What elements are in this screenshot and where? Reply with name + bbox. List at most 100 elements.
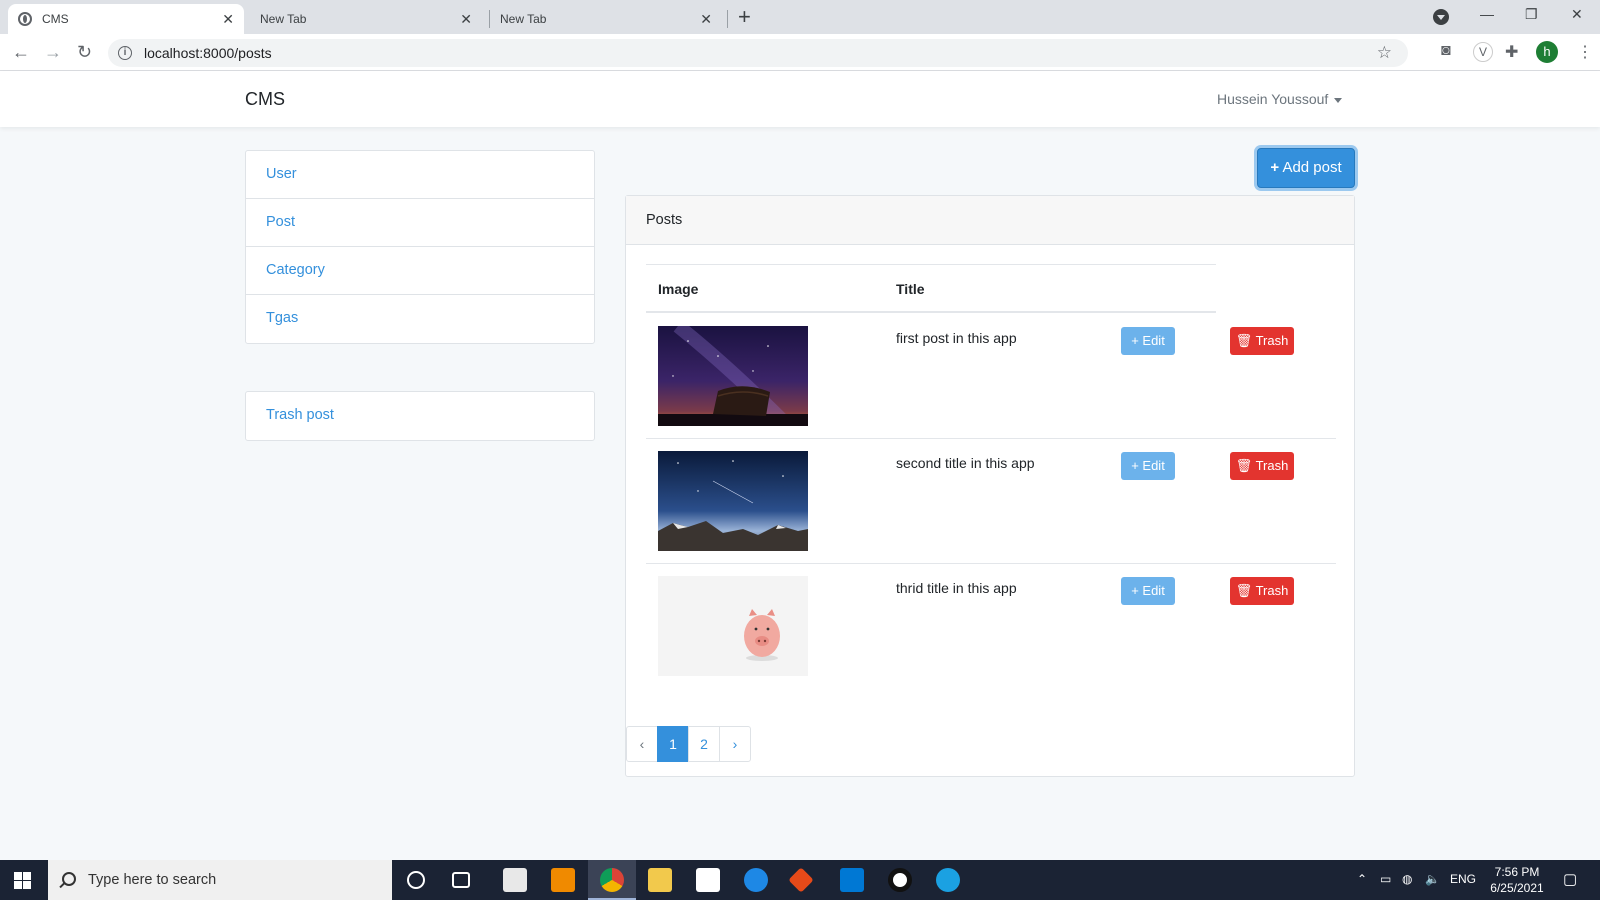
new-tab-button[interactable]: + [738, 5, 751, 29]
git-icon[interactable] [788, 867, 814, 893]
clock-date: 6/25/2021 [1490, 881, 1544, 895]
post-title: first post in this app [896, 330, 1017, 346]
post-image-mountains [658, 451, 808, 551]
mail-icon[interactable] [696, 868, 720, 892]
tab-close-icon[interactable]: ✕ [700, 11, 712, 28]
app-icon[interactable] [936, 868, 960, 892]
edit-button[interactable]: + Edit [1121, 327, 1175, 355]
pagination-next[interactable]: › [719, 726, 751, 762]
edit-label: Edit [1142, 583, 1165, 598]
edit-button[interactable]: + Edit [1121, 577, 1175, 605]
trash-icon: 🗑 [1235, 583, 1253, 598]
window-close-button[interactable]: ✕ [1571, 6, 1583, 23]
site-info-icon[interactable]: i [118, 46, 132, 60]
trash-button[interactable]: 🗑 Trash [1230, 327, 1294, 355]
search-placeholder: Type here to search [88, 872, 217, 888]
browser-tab-cms[interactable]: CMS ✕ [8, 4, 244, 34]
minimize-button[interactable]: — [1480, 6, 1494, 22]
tab-title: New Tab [260, 12, 307, 26]
caret-down-icon [1334, 97, 1343, 103]
browser-tab-new-1[interactable]: New Tab ✕ [250, 4, 482, 34]
windows-taskbar: Type here to search ⌃ ▭ ◍ 🔈 ENG 7:56 PM … [0, 860, 1600, 900]
language-indicator[interactable]: ENG [1450, 872, 1476, 886]
table-row: second title in this app + Edit 🗑 Trash [646, 439, 1336, 564]
trash-icon: 🗑 [1235, 333, 1253, 348]
taskbar-clock[interactable]: 7:56 PM 6/25/2021 [1484, 864, 1550, 896]
plus-icon: + [1270, 159, 1280, 176]
volume-icon[interactable]: 🔈 [1425, 872, 1440, 886]
add-post-button[interactable]: + Add post [1257, 148, 1355, 188]
trash-button[interactable]: 🗑 Trash [1230, 577, 1294, 605]
user-dropdown[interactable]: Hussein Youssouf [1217, 91, 1343, 107]
pagination-page-2[interactable]: 2 [688, 726, 720, 762]
address-bar[interactable]: i localhost:8000/posts ☆ [108, 39, 1408, 67]
chrome-icon[interactable] [600, 868, 624, 892]
edge-icon[interactable] [744, 868, 768, 892]
tab-close-icon[interactable]: ✕ [460, 11, 472, 28]
trash-label: Trash [1255, 333, 1289, 348]
windows-start-icon[interactable] [14, 872, 31, 889]
forward-icon[interactable]: → [44, 41, 62, 63]
battery-icon[interactable]: ▭ [1380, 872, 1391, 886]
task-view-icon[interactable] [452, 872, 470, 888]
profile-avatar[interactable]: h [1536, 41, 1558, 63]
store-icon[interactable] [503, 868, 527, 892]
post-image-boat [658, 326, 808, 426]
notifications-icon[interactable]: ▢ [1563, 870, 1577, 888]
sidebar-trash-menu: Trash post [245, 391, 595, 441]
sidebar-item-tags[interactable]: Tgas [246, 295, 594, 343]
column-header-title: Title [896, 281, 925, 297]
plus-icon: + [1131, 458, 1139, 473]
posts-card: Posts Image Title first post in this app… [625, 195, 1355, 777]
search-icon [62, 872, 76, 886]
tab-title: New Tab [500, 12, 547, 26]
plus-icon: + [1131, 333, 1139, 348]
plus-icon: + [1131, 583, 1139, 598]
trash-label: Trash [1255, 458, 1289, 473]
post-title: thrid title in this app [896, 580, 1017, 596]
table-row: first post in this app + Edit 🗑 Trash [646, 314, 1336, 439]
vscode-icon[interactable] [840, 868, 864, 892]
network-globe-icon[interactable]: ◍ [1402, 872, 1412, 886]
edit-label: Edit [1142, 333, 1165, 348]
back-icon[interactable]: ← [12, 41, 30, 63]
add-post-label: Add post [1282, 159, 1342, 176]
edit-button[interactable]: + Edit [1121, 452, 1175, 480]
trash-icon: 🗑 [1235, 458, 1253, 473]
file-explorer-icon[interactable] [648, 868, 672, 892]
post-title: second title in this app [896, 455, 1035, 471]
table-header: Image Title [646, 264, 1216, 313]
record-icon[interactable] [888, 868, 912, 892]
reload-icon[interactable]: ↻ [77, 41, 92, 63]
edit-label: Edit [1142, 458, 1165, 473]
browser-tab-new-2[interactable]: New Tab ✕ [490, 4, 722, 34]
cortana-icon[interactable] [407, 871, 425, 889]
address-toolbar: ← → ↻ i localhost:8000/posts ☆ ◙ V ✚ h ⋮ [0, 34, 1600, 71]
restore-button[interactable]: ❐ [1525, 6, 1538, 23]
pagination-page-1[interactable]: 1 [657, 726, 689, 762]
tab-divider [727, 10, 728, 28]
sidebar-item-post[interactable]: Post [246, 199, 594, 247]
table-row: thrid title in this app + Edit 🗑 Trash [646, 564, 1336, 689]
trash-button[interactable]: 🗑 Trash [1230, 452, 1294, 480]
sidebar-item-trash-post[interactable]: Trash post [246, 392, 594, 440]
sidebar-item-category[interactable]: Category [246, 247, 594, 295]
clock-time: 7:56 PM [1494, 865, 1540, 879]
taskbar-search-input[interactable]: Type here to search [48, 860, 392, 900]
vpn-extension-icon[interactable]: V [1473, 42, 1493, 62]
pagination-prev[interactable]: ‹ [626, 726, 658, 762]
tab-search-icon[interactable] [1433, 9, 1449, 25]
tray-chevron-icon[interactable]: ⌃ [1357, 872, 1367, 886]
sidebar-item-user[interactable]: User [246, 151, 594, 199]
extensions-puzzle-icon[interactable]: ✚ [1505, 42, 1518, 62]
user-name: Hussein Youssouf [1217, 91, 1329, 107]
tab-close-icon[interactable]: ✕ [222, 11, 234, 28]
card-title: Posts [626, 196, 1354, 245]
camera-icon[interactable]: ◙ [1441, 42, 1451, 60]
bookmark-star-icon[interactable]: ☆ [1377, 43, 1392, 63]
sublime-text-icon[interactable] [551, 868, 575, 892]
browser-menu-icon[interactable]: ⋮ [1577, 42, 1593, 62]
brand-link[interactable]: CMS [245, 89, 285, 110]
column-header-image: Image [658, 281, 699, 297]
trash-label: Trash [1255, 583, 1289, 598]
